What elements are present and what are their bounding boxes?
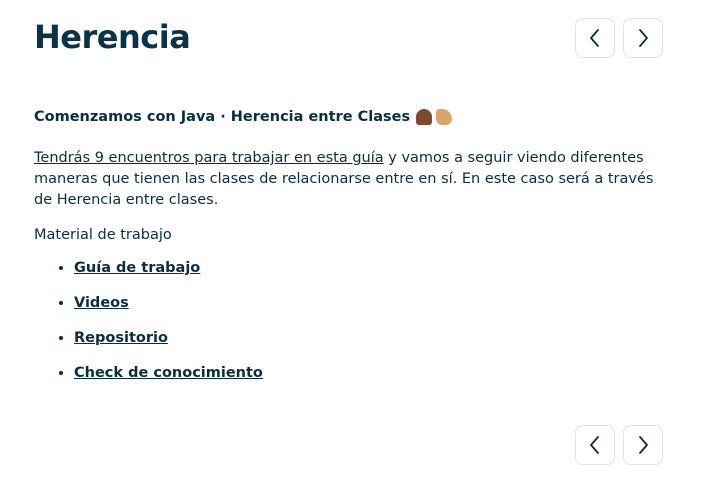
repository-link[interactable]: Repositorio [74, 330, 168, 346]
page-title: Herencia [34, 18, 191, 56]
top-navigation [575, 18, 663, 58]
list-item: Repositorio [74, 326, 674, 361]
intro-paragraph: Tendrás 9 encuentros para trabajar en es… [34, 148, 674, 211]
lesson-subtitle-text: Comenzamos con Java · Herencia entre Cla… [34, 108, 411, 125]
next-button[interactable] [623, 18, 663, 58]
bottom-navigation [575, 425, 663, 465]
videos-link[interactable]: Videos [74, 295, 129, 311]
previous-button[interactable] [575, 18, 615, 58]
material-label: Material de trabajo [34, 227, 172, 243]
list-item: Guía de trabajo [74, 256, 674, 291]
lesson-subtitle: Comenzamos con Java · Herencia entre Cla… [34, 106, 674, 128]
folded-hands-emoji-icon [416, 109, 433, 125]
previous-button[interactable] [575, 425, 615, 465]
list-item: Videos [74, 291, 674, 326]
flexed-biceps-emoji-icon [436, 109, 453, 125]
guide-link[interactable]: Guía de trabajo [74, 260, 200, 276]
list-item: Check de conocimiento [74, 361, 674, 396]
knowledge-check-link[interactable]: Check de conocimiento [74, 365, 263, 381]
next-button[interactable] [623, 425, 663, 465]
chevron-left-icon [590, 436, 599, 454]
chevron-right-icon [639, 436, 648, 454]
encounters-link[interactable]: Tendrás 9 encuentros para trabajar en es… [34, 150, 384, 166]
chevron-left-icon [590, 29, 599, 47]
materials-list: Guía de trabajo Videos Repositorio Check… [34, 256, 674, 396]
chevron-right-icon [639, 29, 648, 47]
lesson-content: Comenzamos con Java · Herencia entre Cla… [34, 106, 674, 396]
